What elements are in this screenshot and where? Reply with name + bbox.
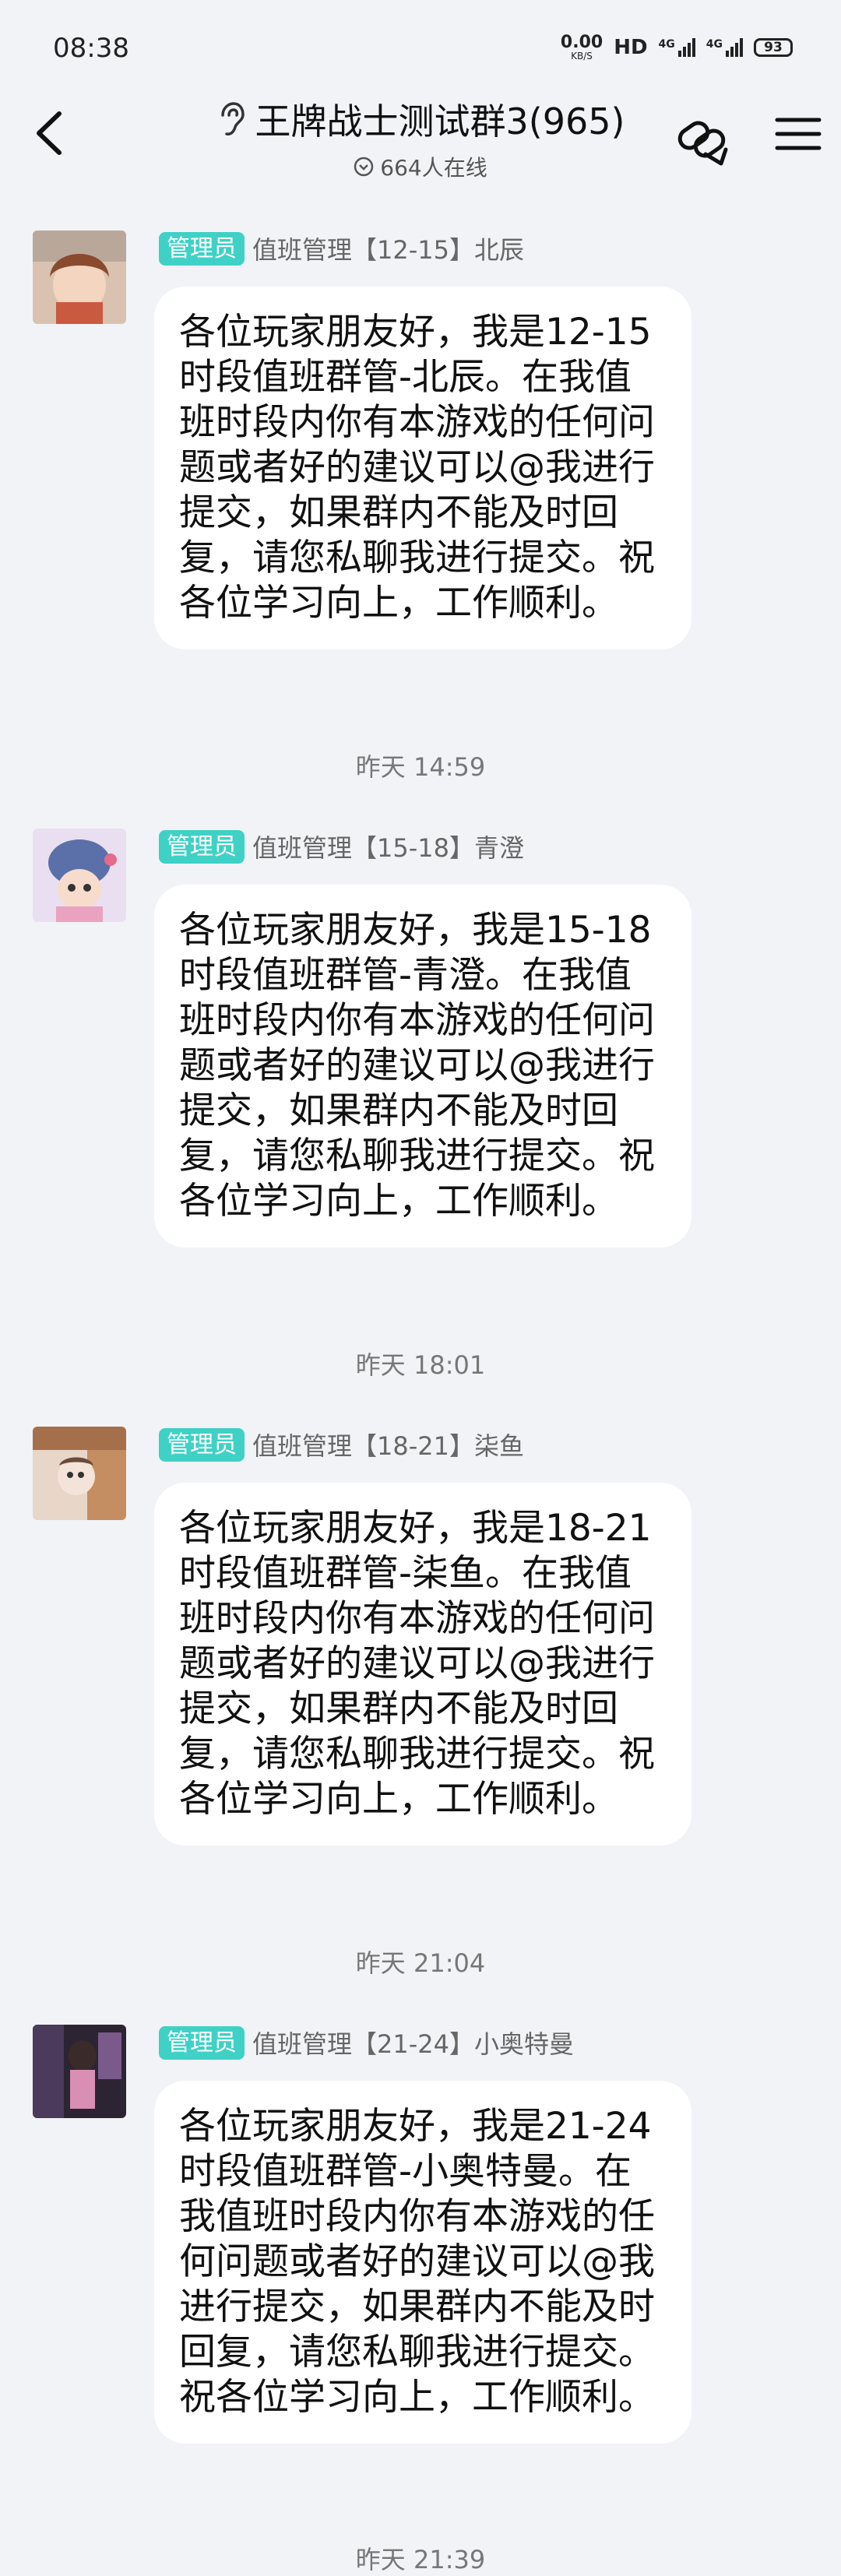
online-count: 664人在线: [354, 151, 487, 182]
avatar[interactable]: [33, 1427, 126, 1520]
online-count-text: 664人在线: [380, 155, 487, 181]
signal-icon: 4G: [659, 38, 695, 57]
sender-name[interactable]: 值班管理【21-24】小奥特曼: [252, 2025, 574, 2060]
share-button[interactable]: [671, 109, 734, 168]
hamburger-menu-icon: [775, 118, 822, 150]
ear-icon: [220, 102, 245, 135]
avatar-image: [33, 231, 126, 324]
sim2-label: 4G: [706, 38, 723, 51]
sender-line: 管理员 值班管理【12-15】北辰: [159, 231, 524, 266]
network-speed: 0.00 KB/S: [560, 33, 603, 62]
message-bubble[interactable]: 各位玩家朋友好，我是15-18时段值班群管-青澄。在我值班时段内你有本游戏的任何…: [154, 885, 691, 1248]
message-text: 各位玩家朋友好，我是15-18时段值班群管-青澄。在我值班时段内你有本游戏的任何…: [179, 909, 655, 1223]
sender-name[interactable]: 值班管理【18-21】柒鱼: [252, 1427, 524, 1462]
message-bubble[interactable]: 各位玩家朋友好，我是18-21时段值班群管-柒鱼。在我值班时段内你有本游戏的任何…: [154, 1483, 691, 1846]
avatar[interactable]: [33, 2025, 126, 2118]
timestamp: 昨天 18:01: [355, 1350, 486, 1380]
timestamp: 昨天 21:04: [355, 1948, 486, 1978]
admin-badge: 管理员: [159, 2025, 245, 2060]
admin-badge: 管理员: [159, 829, 245, 864]
status-time: 08:38: [53, 33, 129, 64]
link-share-icon: [677, 121, 728, 166]
avatar[interactable]: [33, 829, 126, 922]
group-title[interactable]: 王牌战士测试群3(965): [216, 93, 625, 145]
message-text: 各位玩家朋友好，我是18-21时段值班群管-柒鱼。在我值班时段内你有本游戏的任何…: [179, 1507, 655, 1821]
message-text: 各位玩家朋友好，我是21-24时段值班群管-小奥特曼。在我值班时段内你有本游戏的…: [179, 2105, 655, 2419]
message-bubble[interactable]: 各位玩家朋友好，我是12-15时段值班群管-北辰。在我值班时段内你有本游戏的任何…: [154, 287, 691, 649]
status-icons: 0.00 KB/S HD 4G 4G 93: [561, 34, 793, 61]
sender-line: 管理员 值班管理【15-18】青澄: [159, 829, 524, 864]
battery-level: 93: [764, 40, 783, 55]
sender-line: 管理员 值班管理【18-21】柒鱼: [159, 1427, 524, 1462]
group-name: 王牌战士测试群3(965): [255, 100, 625, 143]
menu-button[interactable]: [771, 111, 825, 157]
net-speed-unit: KB/S: [571, 51, 593, 62]
avatar-image: [33, 829, 126, 922]
sender-name[interactable]: 值班管理【12-15】北辰: [252, 231, 524, 266]
avatar-image: [33, 1427, 126, 1520]
signal-icon-2: 4G: [706, 38, 743, 57]
title-bar: 王牌战士测试群3(965) 664人在线: [0, 78, 841, 187]
timestamp: 昨天 14:59: [355, 752, 486, 782]
admin-badge: 管理员: [159, 1427, 245, 1462]
avatar[interactable]: [33, 231, 126, 324]
avatar-image: [33, 2025, 126, 2118]
message-text: 各位玩家朋友好，我是12-15时段值班群管-北辰。在我值班时段内你有本游戏的任何…: [179, 311, 655, 625]
sim1-label: 4G: [658, 38, 675, 51]
sender-line: 管理员 值班管理【21-24】小奥特曼: [159, 2025, 574, 2060]
admin-badge: 管理员: [159, 231, 245, 266]
battery-icon: 93: [754, 38, 793, 57]
hd-icon: HD: [614, 36, 648, 59]
sender-name[interactable]: 值班管理【15-18】青澄: [252, 829, 524, 864]
message-bubble[interactable]: 各位玩家朋友好，我是21-24时段值班群管-小奥特曼。在我值班时段内你有本游戏的…: [154, 2081, 691, 2444]
timestamp: 昨天 21:39: [355, 2545, 486, 2574]
net-speed-value: 0.00: [560, 33, 603, 52]
chevron-down-circle-icon: [354, 157, 374, 177]
